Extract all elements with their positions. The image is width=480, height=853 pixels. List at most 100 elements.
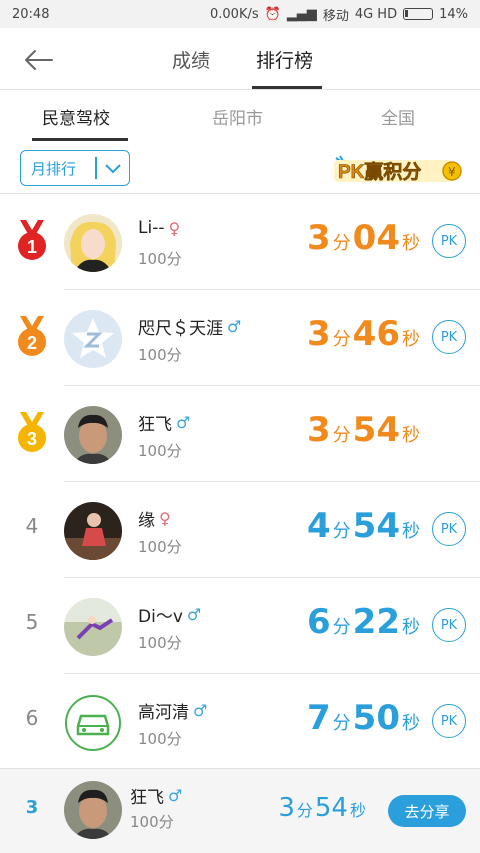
- network-speed: 0.00K/s: [210, 6, 259, 22]
- share-button[interactable]: 去分享: [388, 795, 466, 827]
- subtab-city[interactable]: 岳阳市: [212, 104, 263, 129]
- my-exam-time: 3 分 54 秒: [278, 793, 368, 823]
- user-score: 100分: [138, 250, 182, 268]
- signal-icon: ▂▄▆: [286, 6, 317, 22]
- time-minutes-unit: 分: [332, 233, 351, 254]
- pk-button[interactable]: PK: [432, 512, 466, 546]
- ranking-row[interactable]: 6 高河清 ♂ 100分 7 分 50 秒 PK: [0, 674, 480, 770]
- male-icon: ♂: [168, 786, 183, 805]
- exam-time: 3 分 46 秒: [307, 314, 422, 354]
- male-icon: ♂: [186, 605, 202, 624]
- time-seconds-unit: 秒: [402, 329, 420, 350]
- avatar[interactable]: [64, 310, 122, 368]
- user-name: 狂飞: [138, 415, 172, 435]
- time-seconds: 04: [352, 218, 400, 258]
- rank-number: 6: [25, 706, 39, 730]
- subtab-national[interactable]: 全国: [381, 104, 415, 129]
- tab-scores[interactable]: 成绩: [172, 46, 210, 73]
- scope-tabs: 民意驾校 岳阳市 全国: [0, 90, 480, 142]
- pk-button[interactable]: PK: [432, 224, 466, 258]
- chevron-down-icon: [97, 162, 130, 174]
- female-icon: ♀: [159, 509, 171, 528]
- avatar[interactable]: [64, 214, 122, 272]
- user-name: 咫尺＄天涯: [138, 319, 223, 339]
- pk-button[interactable]: PK: [432, 608, 466, 642]
- exam-time: 3 分 54 秒: [307, 410, 422, 450]
- back-button[interactable]: [22, 42, 58, 78]
- time-seconds-unit: 秒: [402, 713, 420, 734]
- my-rank-number: 3: [25, 797, 39, 818]
- time-seconds: 54: [352, 410, 400, 450]
- active-tab-indicator: [252, 86, 322, 89]
- female-icon: ♀: [168, 218, 181, 238]
- tab-ranking[interactable]: 排行榜: [256, 46, 313, 73]
- avatar[interactable]: [64, 598, 122, 656]
- user-score: 100分: [138, 538, 182, 556]
- time-minutes-unit: 分: [296, 801, 313, 820]
- time-minutes-unit: 分: [332, 329, 351, 350]
- active-subtab-indicator: [32, 138, 128, 141]
- medal-rank-number: 3: [27, 429, 37, 449]
- pk-button[interactable]: PK: [432, 320, 466, 354]
- time-seconds-unit: 秒: [402, 521, 420, 542]
- time-minutes: 4: [307, 506, 331, 546]
- time-minutes-unit: 分: [332, 713, 351, 734]
- avatar[interactable]: [64, 694, 122, 752]
- medal-rank-number: 2: [27, 333, 37, 353]
- pk-promo-text: PK赢积分: [338, 160, 421, 183]
- time-minutes: 7: [307, 698, 331, 738]
- battery-percent: 14%: [439, 6, 468, 22]
- alarm-icon: ⏰: [264, 6, 281, 22]
- first-place-medal-icon: 1: [18, 220, 46, 260]
- status-bar: 20:48 0.00K/s ⏰ ▂▄▆ 移动 4G HD 14%: [0, 0, 480, 28]
- user-name: 高河清: [138, 703, 189, 723]
- time-minutes: 3: [307, 218, 331, 258]
- rank-number: 5: [25, 610, 39, 634]
- exam-time: 7 分 50 秒: [307, 698, 422, 738]
- time-minutes: 3: [278, 793, 295, 823]
- time-seconds: 46: [352, 314, 400, 354]
- exam-time: 3 分 04 秒: [307, 218, 422, 258]
- time-minutes-unit: 分: [332, 425, 351, 446]
- second-place-medal-icon: 2: [18, 316, 46, 356]
- time-minutes-unit: 分: [332, 521, 351, 542]
- exam-time: 6 分 22 秒: [307, 602, 422, 642]
- ranking-row[interactable]: 2 咫尺＄天涯 ♂ 100分 3 分 46 秒 PK: [0, 290, 480, 386]
- avatar[interactable]: [64, 502, 122, 560]
- carrier-label: 移动: [322, 8, 349, 24]
- time-seconds: 54: [352, 506, 400, 546]
- pk-button[interactable]: PK: [432, 704, 466, 738]
- subtab-school[interactable]: 民意驾校: [42, 104, 110, 129]
- user-name: Di～v: [138, 607, 183, 627]
- user-score: 100分: [138, 442, 182, 460]
- ranking-row[interactable]: 5 Di～v ♂ 100分 6 分 22 秒 PK: [0, 578, 480, 674]
- user-score: 100分: [138, 634, 182, 652]
- status-time: 20:48: [12, 6, 50, 22]
- battery-icon: [403, 8, 434, 20]
- user-score: 100分: [138, 730, 182, 748]
- user-name: 缘: [138, 511, 155, 531]
- time-seconds-unit: 秒: [349, 801, 366, 820]
- medal-rank-number: 1: [27, 237, 37, 257]
- my-rank-bar: 3 狂飞 ♂ 100分 3 分 54 秒 去分享: [0, 768, 480, 853]
- user-score: 100分: [138, 346, 182, 364]
- user-name: Li‐‐: [138, 218, 165, 238]
- avatar[interactable]: [64, 406, 122, 464]
- my-avatar[interactable]: [64, 781, 122, 839]
- time-minutes: 3: [307, 314, 331, 354]
- ranking-row[interactable]: 3 狂飞 ♂ 100分 3 分 54 秒: [0, 386, 480, 482]
- period-dropdown[interactable]: 月排行: [20, 150, 130, 186]
- time-minutes: 3: [307, 410, 331, 450]
- top-bar: 成绩 排行榜: [0, 28, 480, 90]
- period-dropdown-value: 月排行: [31, 159, 77, 178]
- svg-text:¥: ¥: [448, 165, 456, 179]
- my-name: 狂飞: [130, 788, 164, 808]
- ranking-row[interactable]: 1 Li‐‐ ♀ 100分 3 分 04 秒 PK: [0, 194, 480, 290]
- pk-promo-banner[interactable]: PK赢积分 ¥: [332, 154, 464, 184]
- time-seconds: 22: [352, 602, 400, 642]
- ranking-row[interactable]: 4 缘 ♀ 100分 4 分 54 秒 PK: [0, 482, 480, 578]
- my-score: 100分: [130, 813, 174, 831]
- time-seconds-unit: 秒: [402, 617, 420, 638]
- time-seconds-unit: 秒: [402, 425, 420, 446]
- exam-time: 4 分 54 秒: [307, 506, 422, 546]
